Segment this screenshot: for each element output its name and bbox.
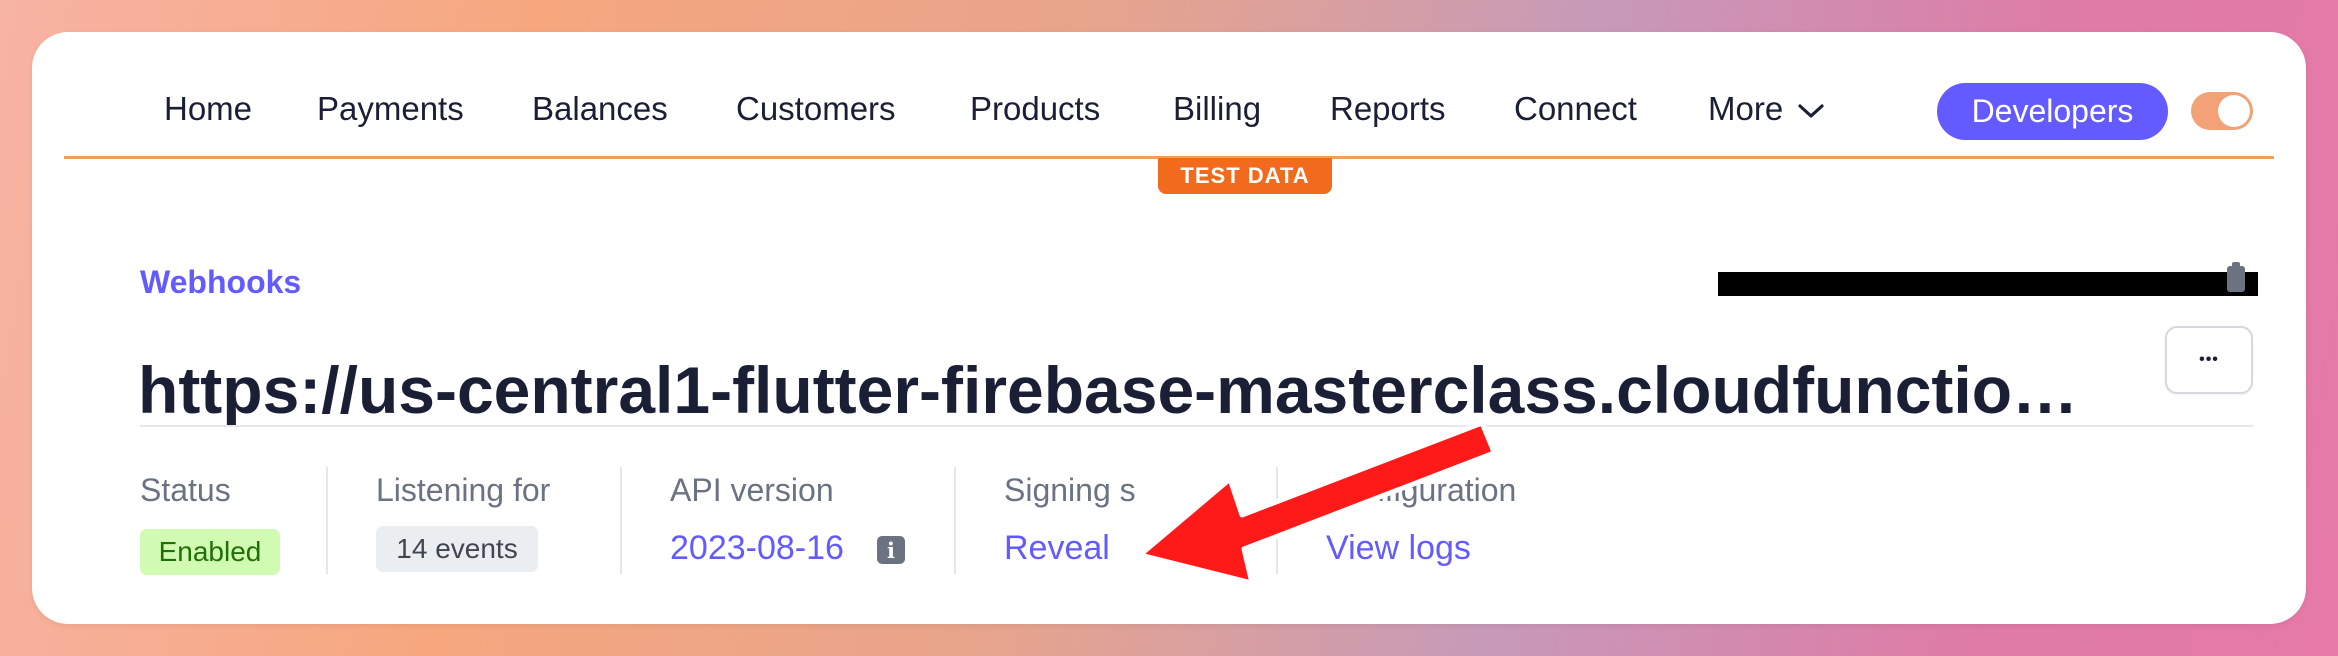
- clipboard-icon[interactable]: [2227, 262, 2245, 292]
- nav-item-balances[interactable]: Balances: [532, 92, 668, 125]
- listening-label: Listening for: [376, 472, 551, 508]
- nav-item-home[interactable]: Home: [164, 92, 252, 125]
- breadcrumb-webhooks[interactable]: Webhooks: [140, 264, 301, 301]
- nav-item-reports[interactable]: Reports: [1330, 92, 1446, 125]
- reveal-secret-link[interactable]: Reveal: [1004, 529, 1110, 568]
- separator: [326, 467, 328, 574]
- test-data-badge: TEST DATA: [1158, 158, 1332, 194]
- nav-item-connect[interactable]: Connect: [1514, 92, 1637, 125]
- nav-item-more[interactable]: More: [1708, 92, 1825, 125]
- separator: [954, 467, 956, 574]
- top-navigation: Home Payments Balances Customers Product…: [32, 32, 2306, 194]
- test-mode-toggle[interactable]: [2191, 92, 2253, 130]
- api-version-section: API version: [670, 472, 834, 509]
- nav-item-billing[interactable]: Billing: [1173, 92, 1261, 125]
- status-badge: Enabled: [140, 529, 280, 575]
- nav-item-customers[interactable]: Customers: [736, 92, 896, 125]
- nav-more-label: More: [1708, 90, 1784, 127]
- more-dots-icon: •••: [2199, 351, 2219, 368]
- nav-item-products[interactable]: Products: [970, 92, 1100, 125]
- annotation-arrow-icon: [1137, 420, 1497, 586]
- more-actions-button[interactable]: •••: [2165, 326, 2253, 394]
- status-label: Status: [140, 472, 231, 508]
- chevron-down-icon: [1797, 92, 1825, 125]
- toggle-knob: [2218, 95, 2250, 127]
- api-version-link[interactable]: 2023-08-16: [670, 529, 844, 568]
- events-count-badge[interactable]: 14 events: [376, 526, 538, 572]
- redacted-endpoint-id: [1718, 272, 2258, 296]
- separator: [620, 467, 622, 574]
- nav-item-payments[interactable]: Payments: [317, 92, 464, 125]
- api-version-label: API version: [670, 472, 834, 508]
- developers-button[interactable]: Developers: [1937, 83, 2168, 140]
- signing-secret-section: Signing s: [1004, 472, 1136, 509]
- webhook-card: Home Payments Balances Customers Product…: [32, 32, 2306, 624]
- status-section: Status: [140, 472, 231, 509]
- listening-section: Listening for: [376, 472, 550, 509]
- page-title: https://us-central1-flutter-firebase-mas…: [138, 354, 2079, 427]
- signing-secret-label: Signing s: [1004, 472, 1136, 508]
- info-icon[interactable]: i: [877, 536, 905, 564]
